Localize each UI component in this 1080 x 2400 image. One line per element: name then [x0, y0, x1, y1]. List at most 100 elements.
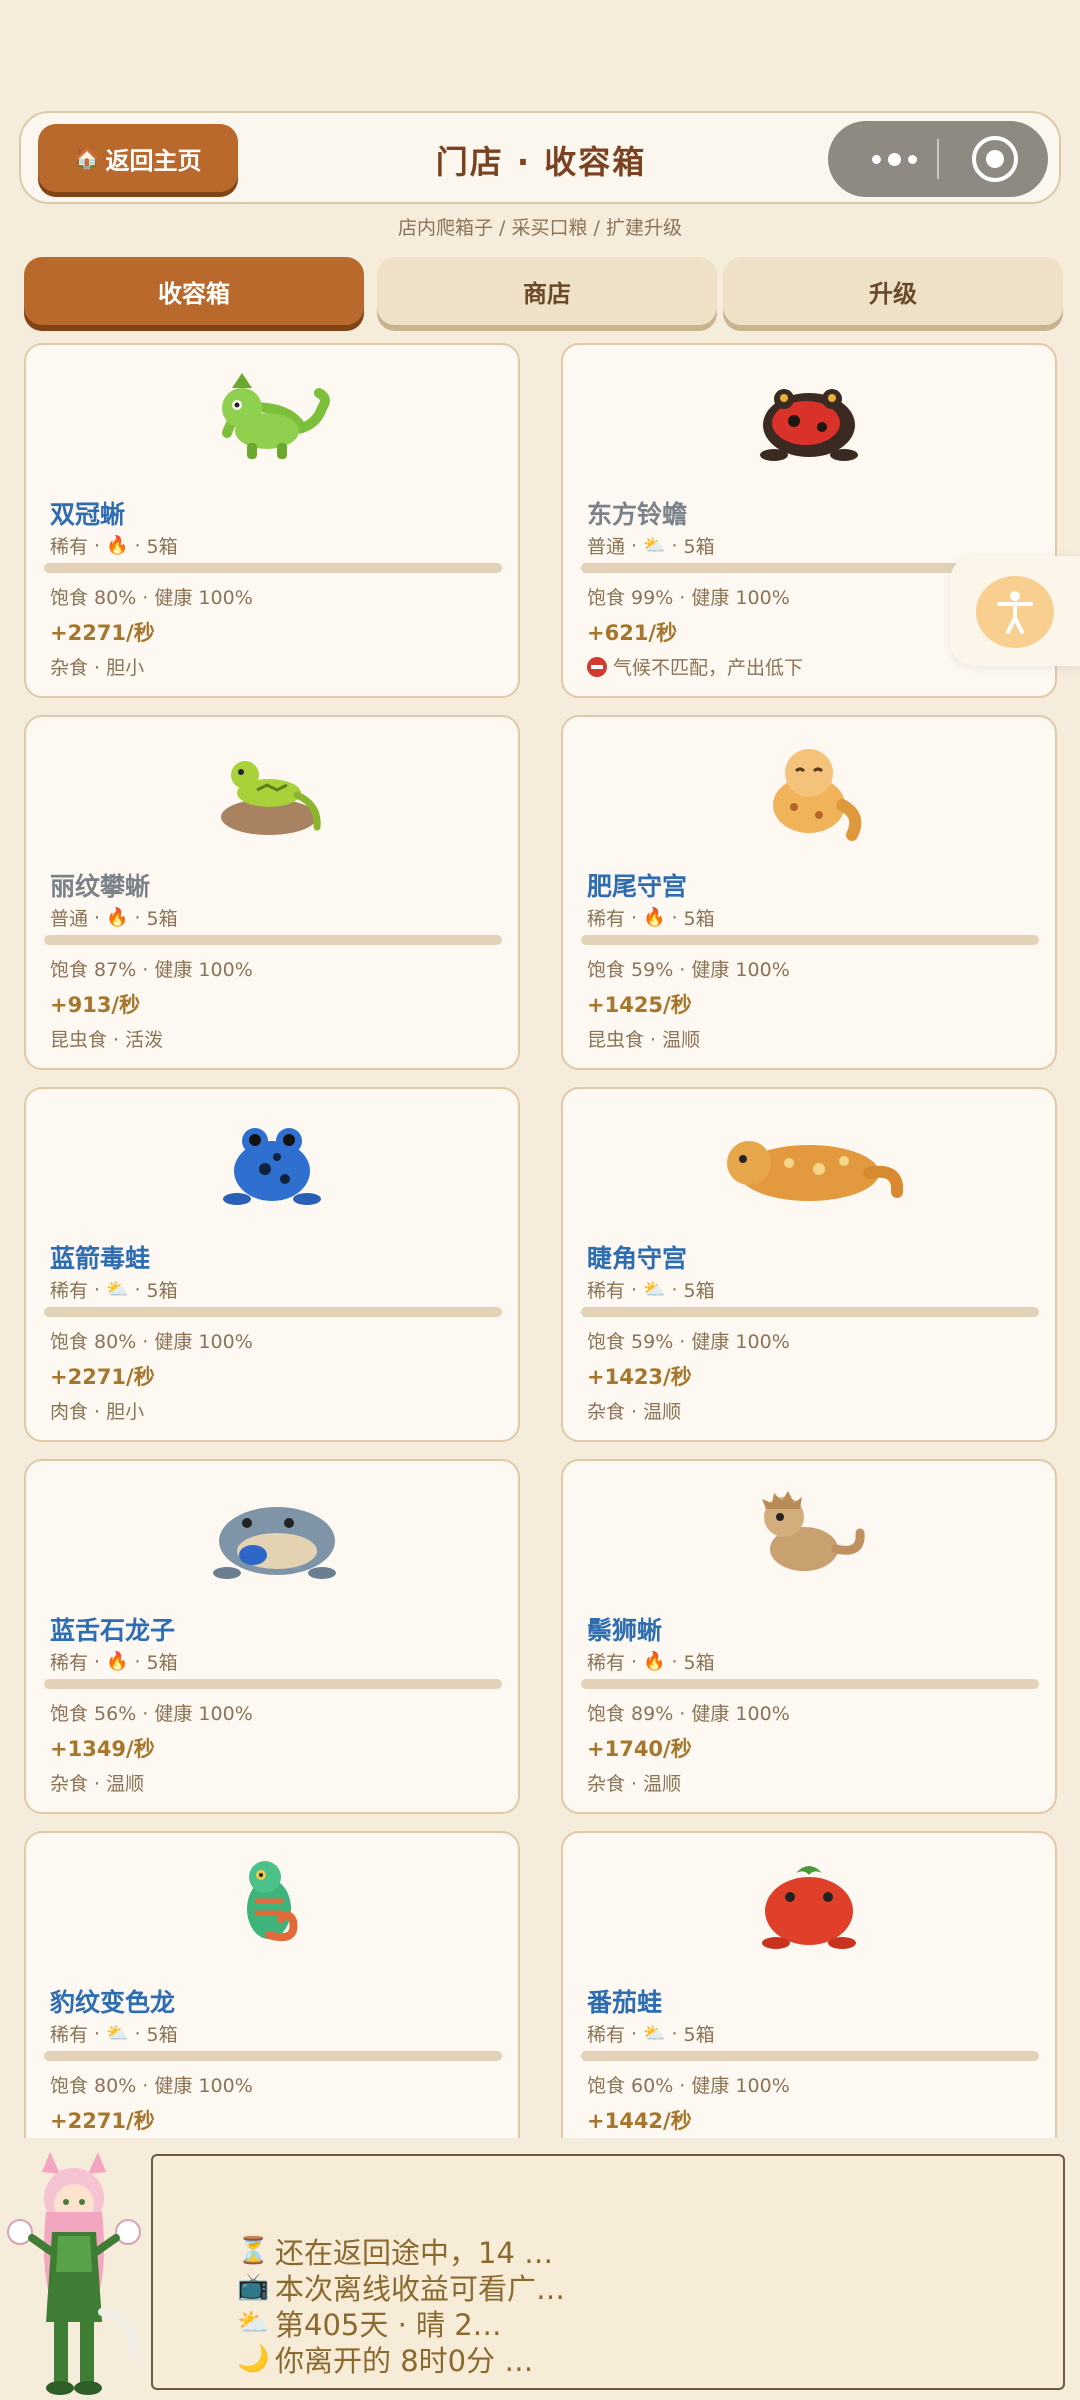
progress-bar [44, 2051, 502, 2061]
rarity-label: 稀有 [587, 1652, 626, 1674]
pet-card[interactable]: 鬃狮蜥 稀有 · 🔥 · 5箱 饱食 89% · 健康 100% +1740/秒… [561, 1459, 1057, 1814]
income-rate: +913/秒 [50, 993, 141, 1017]
pet-card[interactable]: 双冠蜥 稀有 · 🔥 · 5箱 饱食 80% · 健康 100% +2271/秒… [24, 343, 520, 698]
pet-traits: 杂食 · 胆小 [50, 657, 145, 679]
accessibility-icon[interactable] [976, 576, 1054, 648]
box-count: 5箱 [146, 1652, 178, 1674]
pet-stats: 饱食 60% · 健康 100% [587, 2075, 790, 2097]
box-count: 5箱 [683, 536, 715, 558]
rarity-label: 稀有 [587, 908, 626, 930]
pet-meta: 稀有 · 🔥 · 5箱 [50, 1648, 178, 1675]
miniprogram-capsule [828, 121, 1048, 197]
status-line-offline-time: 🌙 你离开的 8时0分 … [237, 2338, 533, 2380]
capsule-divider [937, 139, 939, 179]
tab-enclosure[interactable]: 收容箱 [24, 257, 364, 325]
pet-card[interactable]: 睫角守宫 稀有 · ⛅ · 5箱 饱食 59% · 健康 100% +1423/… [561, 1087, 1057, 1442]
sun-cloud-icon: ⛅ [643, 2023, 666, 2044]
home-icon: 🏠 [74, 146, 100, 170]
pet-traits: 昆虫食 · 活泼 [50, 1029, 164, 1051]
sun-cloud-icon: ⛅ [643, 535, 666, 556]
pet-stats: 饱食 56% · 健康 100% [50, 1703, 253, 1725]
enclosure-grid[interactable]: 双冠蜥 稀有 · 🔥 · 5箱 饱食 80% · 健康 100% +2271/秒… [0, 335, 1080, 2138]
page-subtitle: 店内爬箱子 / 采买口粮 / 扩建升级 [398, 217, 682, 239]
pet-name: 双冠蜥 [50, 500, 126, 529]
pet-stats: 饱食 99% · 健康 100% [587, 587, 790, 609]
crested-gecko-image [563, 1107, 1055, 1217]
tab-shop[interactable]: 商店 [377, 257, 717, 325]
pet-card[interactable]: 丽纹攀蜥 普通 · 🔥 · 5箱 饱食 87% · 健康 100% +913/秒… [24, 715, 520, 1070]
fat-tailed-gecko-image [563, 735, 1055, 845]
pet-name: 肥尾守宫 [587, 872, 688, 901]
box-count: 5箱 [146, 536, 178, 558]
fire-bellied-toad-image [563, 363, 1055, 473]
floating-accessibility-tab[interactable] [950, 556, 1080, 666]
progress-bar [581, 1679, 1039, 1689]
pet-meta: 稀有 · 🔥 · 5箱 [587, 1648, 715, 1675]
pet-card[interactable]: 蓝箭毒蛙 稀有 · ⛅ · 5箱 饱食 80% · 健康 100% +2271/… [24, 1087, 520, 1442]
pet-stats: 饱食 80% · 健康 100% [50, 1331, 253, 1353]
box-count: 5箱 [146, 908, 178, 930]
basilisk-lizard-image [26, 363, 518, 473]
page-title: 门店 · 收容箱 [435, 142, 647, 181]
pet-name: 番茄蛙 [587, 1988, 663, 2017]
close-target-icon[interactable] [972, 136, 1018, 182]
back-home-label: 返回主页 [105, 146, 202, 175]
pet-stats: 饱食 87% · 健康 100% [50, 959, 253, 981]
box-count: 5箱 [146, 2024, 178, 2046]
pet-stats: 饱食 80% · 健康 100% [50, 587, 253, 609]
moon-icon: 🌙 [237, 2344, 270, 2374]
pet-traits: 杂食 · 温顺 [587, 1773, 682, 1795]
pet-name: 东方铃蟾 [587, 500, 688, 529]
bearded-dragon-image [563, 1479, 1055, 1589]
pet-meta: 稀有 · ⛅ · 5箱 [587, 2020, 715, 2047]
sun-cloud-icon: ⛅ [237, 2308, 270, 2338]
pet-card[interactable]: 番茄蛙 稀有 · ⛅ · 5箱 饱食 60% · 健康 100% +1442/秒 [561, 1831, 1057, 2138]
progress-bar [581, 2051, 1039, 2061]
pet-stats: 饱食 59% · 健康 100% [587, 1331, 790, 1353]
pet-meta: 稀有 · ⛅ · 5箱 [587, 1276, 715, 1303]
pet-meta: 普通 · 🔥 · 5箱 [50, 904, 178, 931]
more-icon[interactable] [864, 143, 924, 175]
income-rate: +1425/秒 [587, 993, 692, 1017]
back-home-button[interactable]: 🏠 返回主页 [38, 124, 238, 192]
progress-bar [44, 1307, 502, 1317]
tomato-frog-image [563, 1851, 1055, 1961]
progress-bar [44, 1679, 502, 1689]
progress-bar [44, 563, 502, 573]
fire-icon: 🔥 [106, 1651, 129, 1672]
box-count: 5箱 [683, 2024, 715, 2046]
income-rate: +621/秒 [587, 621, 678, 645]
keeper-character-avatar[interactable] [2, 2152, 146, 2400]
pet-card[interactable]: 蓝舌石龙子 稀有 · 🔥 · 5箱 饱食 56% · 健康 100% +1349… [24, 1459, 520, 1814]
offline-status-box[interactable]: ⏳ 还在返回途中，14 … 📺 本次离线收益可看广… ⛅ 第405天 · 晴 2… [151, 2154, 1065, 2390]
pet-meta: 稀有 · 🔥 · 5箱 [587, 904, 715, 931]
pet-meta: 稀有 · ⛅ · 5箱 [50, 1276, 178, 1303]
rarity-label: 普通 [587, 536, 626, 558]
box-count: 5箱 [146, 1280, 178, 1302]
pet-name: 鬃狮蜥 [587, 1616, 663, 1645]
pet-name: 蓝箭毒蛙 [50, 1244, 151, 1273]
status-text: 你离开的 8时0分 … [275, 2344, 534, 2378]
rarity-label: 稀有 [50, 536, 89, 558]
income-rate: +1349/秒 [50, 1737, 155, 1761]
rarity-label: 普通 [50, 908, 89, 930]
green-anole-image [26, 735, 518, 845]
pet-card[interactable]: 肥尾守宫 稀有 · 🔥 · 5箱 饱食 59% · 健康 100% +1425/… [561, 715, 1057, 1070]
blue-poison-frog-image [26, 1107, 518, 1217]
fire-icon: 🔥 [106, 907, 129, 928]
hourglass-icon: ⏳ [237, 2236, 270, 2266]
rarity-label: 稀有 [587, 1280, 626, 1302]
no-entry-icon [587, 656, 607, 677]
rarity-label: 稀有 [50, 1652, 89, 1674]
income-rate: +2271/秒 [50, 2109, 155, 2133]
pet-meta: 稀有 · 🔥 · 5箱 [50, 532, 178, 559]
tab-upgrade[interactable]: 升级 [723, 257, 1063, 325]
progress-bar [581, 935, 1039, 945]
rarity-label: 稀有 [50, 1280, 89, 1302]
fire-icon: 🔥 [643, 907, 666, 928]
pet-name: 豹纹变色龙 [50, 1988, 176, 2017]
pet-card[interactable]: 豹纹变色龙 稀有 · ⛅ · 5箱 饱食 80% · 健康 100% +2271… [24, 1831, 520, 2138]
box-count: 5箱 [683, 1280, 715, 1302]
pet-name: 睫角守宫 [587, 1244, 688, 1273]
fire-icon: 🔥 [106, 535, 129, 556]
